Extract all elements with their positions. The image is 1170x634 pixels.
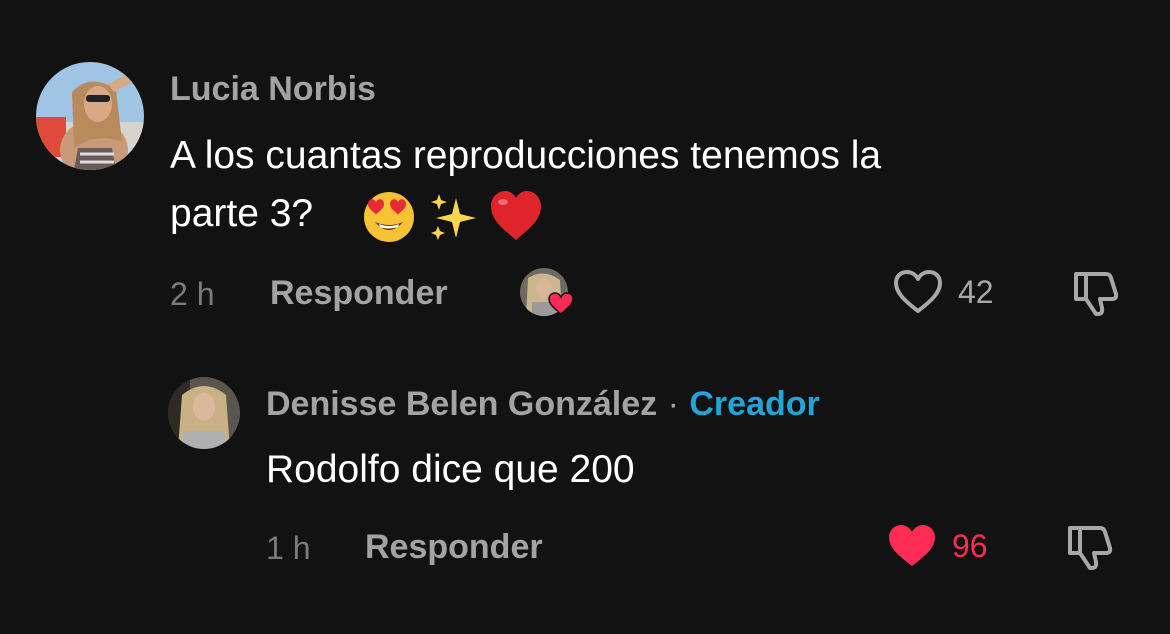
reply-timestamp: 1 h xyxy=(266,530,311,566)
reply-like-button[interactable] xyxy=(886,522,938,575)
creator-heart-icon xyxy=(548,292,574,315)
comment-timestamp: 2 h xyxy=(170,276,215,312)
comment-text-line2: parte 3? xyxy=(170,192,314,235)
heart-outline-icon xyxy=(894,270,942,313)
sparkles-emoji xyxy=(426,190,480,249)
reply-author[interactable]: Denisse Belen González xyxy=(266,385,657,423)
creator-liked-avatar xyxy=(520,268,574,316)
like-button[interactable] xyxy=(892,268,944,321)
comment-text-line1: A los cuantas reproducciones tenemos la xyxy=(170,134,882,177)
heart-eyes-emoji xyxy=(362,190,416,249)
reply-text: Rodolfo dice que 200 xyxy=(266,448,635,491)
reply-separator: · xyxy=(667,385,679,423)
heart-filled-icon xyxy=(889,525,935,566)
reply-reply-button[interactable]: Responder xyxy=(365,528,543,567)
creator-badge: Creador xyxy=(689,385,820,423)
like-count: 42 xyxy=(958,274,994,310)
avatar-denisse[interactable] xyxy=(168,377,240,449)
dislike-button[interactable] xyxy=(1070,266,1124,325)
red-heart-emoji xyxy=(488,188,544,249)
thumbs-down-icon xyxy=(1074,272,1119,316)
reply-dislike-button[interactable] xyxy=(1064,520,1118,579)
comment-author[interactable]: Lucia Norbis xyxy=(170,70,376,109)
thumbs-down-icon xyxy=(1068,526,1113,570)
comment-reply-button[interactable]: Responder xyxy=(270,274,448,313)
reply-header: Denisse Belen González · Creador xyxy=(266,385,820,424)
avatar-lucia[interactable] xyxy=(36,62,144,170)
comment-text-line2-wrap: parte 3? xyxy=(170,185,313,243)
reply-like-count: 96 xyxy=(952,528,988,564)
